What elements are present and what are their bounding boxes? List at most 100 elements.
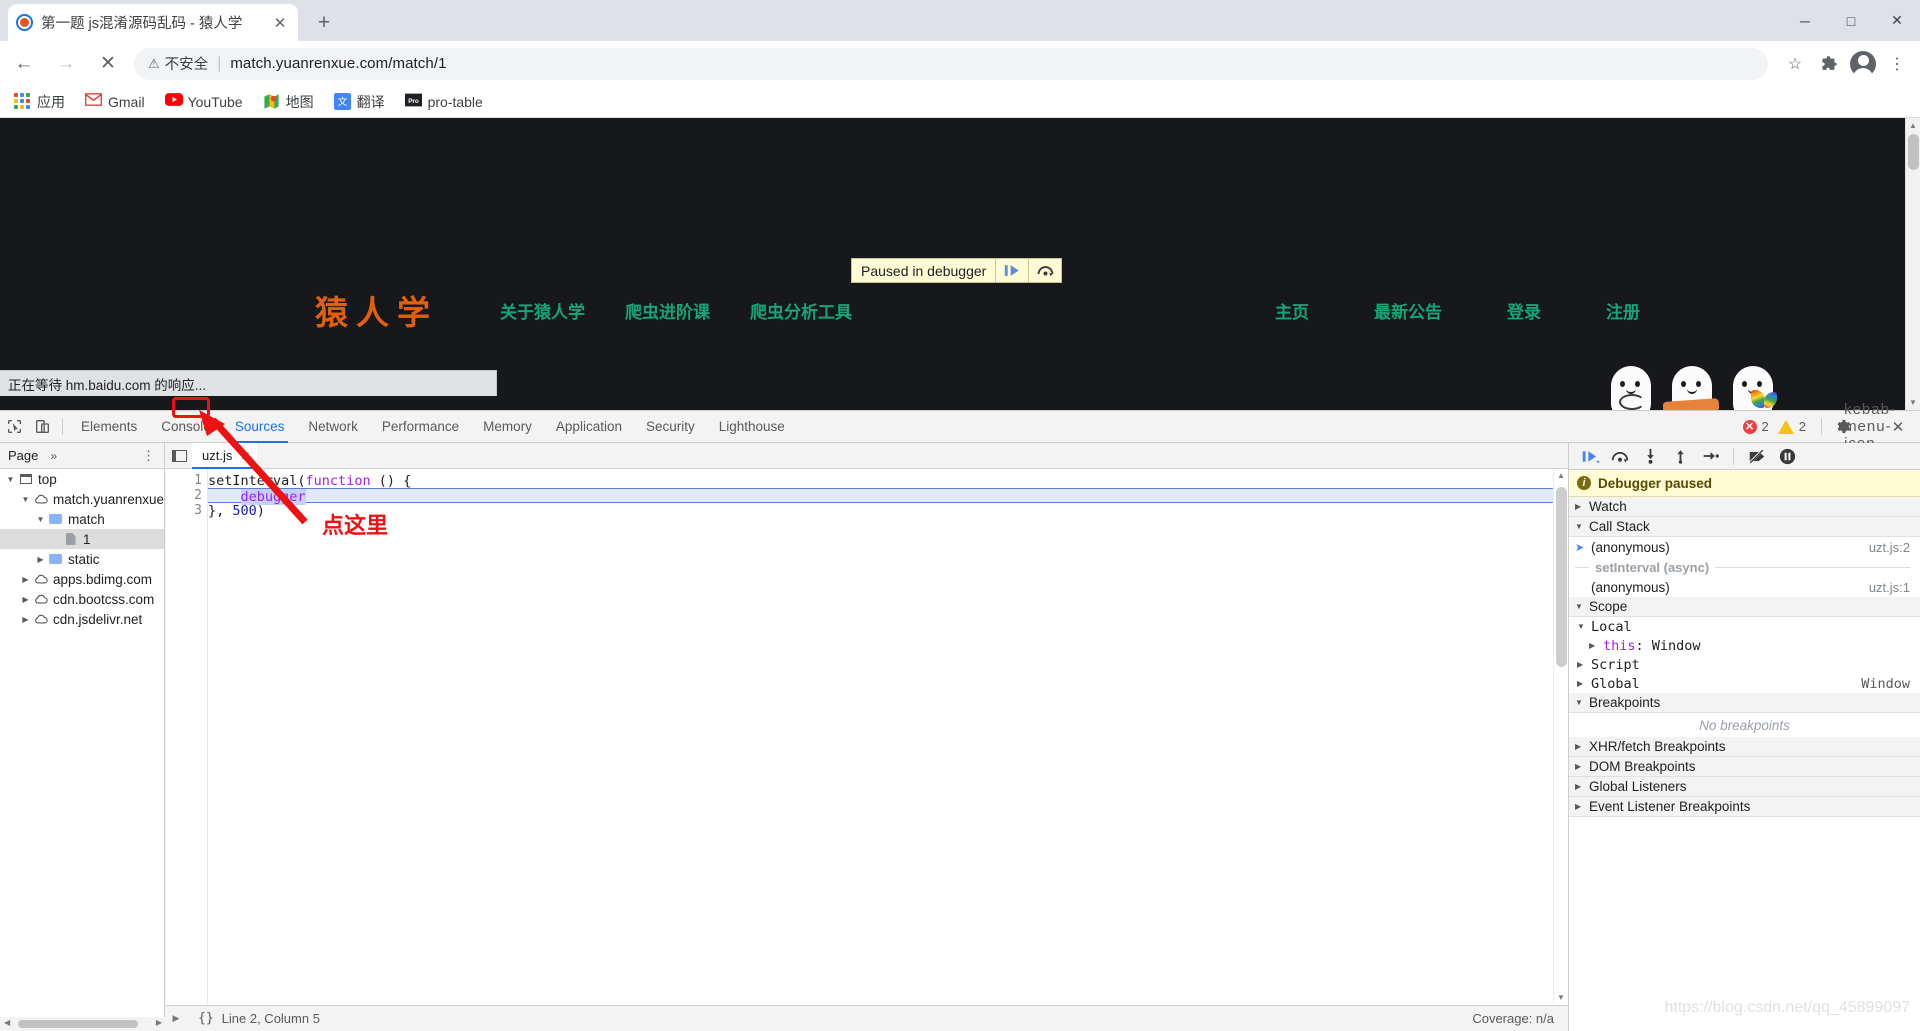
line-number-gutter[interactable] [166,469,208,1004]
chevron-down-icon[interactable]: ▼ [4,475,17,484]
file-tree-row[interactable]: ▼ match [0,509,164,529]
kebab-menu-icon[interactable]: kebab-menu-icon [1844,401,1895,452]
scope-script[interactable]: ▶ Script [1569,655,1920,674]
deactivate-breakpoints-icon[interactable] [1744,445,1770,467]
bookmark-youtube[interactable]: YouTube [164,93,243,110]
editor-scroll-thumb[interactable] [1556,487,1567,667]
file-tree-row[interactable]: ▶ cdn.jsdelivr.net [0,609,164,629]
section-breakpoints[interactable]: ▼ Breakpoints [1569,693,1920,713]
section-global-listeners[interactable]: ▶ Global Listeners [1569,777,1920,797]
navigator-scroll-thumb[interactable] [18,1020,138,1028]
site-logo[interactable]: 猿人学 [315,286,438,334]
stop-loading-button[interactable]: ✕ [90,46,126,82]
back-button[interactable]: ← [6,46,42,82]
extensions-icon[interactable] [1812,47,1846,81]
page-scrollbar[interactable]: ▲ ▼ [1905,118,1920,410]
show-navigator-icon[interactable] [166,443,192,469]
forward-button[interactable]: → [48,46,84,82]
chevron-right-icon[interactable]: ▶ [19,595,32,604]
call-stack-frame[interactable]: (anonymous) uzt.js:1 [1569,577,1920,597]
bookmark-star-icon[interactable]: ☆ [1778,47,1812,81]
resume-script-icon[interactable] [1577,445,1603,467]
file-tree-row[interactable]: ▼ top [0,469,164,489]
step-out-icon[interactable] [1667,445,1693,467]
editor-scroll-up-icon[interactable]: ▲ [1557,471,1565,480]
close-devtools-icon[interactable]: ✕ [1884,413,1912,441]
file-tree-row[interactable]: ▶ cdn.bootcss.com [0,589,164,609]
step-into-icon[interactable] [1637,445,1663,467]
page-scroll-thumb[interactable] [1908,134,1919,170]
nav-link-course[interactable]: 爬虫进阶课 [625,298,710,323]
section-scope[interactable]: ▼ Scope [1569,597,1920,617]
chevron-right-icon[interactable]: ▶ [19,575,32,584]
tab-application[interactable]: Application [544,411,634,443]
section-watch[interactable]: ▶ Watch [1569,497,1920,517]
tab-security[interactable]: Security [634,411,707,443]
code-editor[interactable]: 123 setInterval(function () { debugger},… [166,469,1568,1004]
pretty-print-icon[interactable]: {} [198,1011,214,1026]
chevron-down-icon[interactable]: ▼ [19,495,32,504]
pause-on-exceptions-icon[interactable] [1774,445,1800,467]
section-event-listener-breakpoints[interactable]: ▶ Event Listener Breakpoints [1569,797,1920,817]
nav-link-tools[interactable]: 爬虫分析工具 [750,298,852,323]
scope-global[interactable]: ▶ Global Window [1569,674,1920,693]
nav-link-login[interactable]: 登录 [1507,298,1541,323]
chevron-down-icon[interactable]: ▼ [34,515,47,524]
new-tab-button[interactable]: + [310,10,338,38]
tab-close-icon[interactable]: ✕ [270,13,290,33]
call-stack-frame[interactable]: ➤ (anonymous) uzt.js:2 [1569,537,1920,557]
maximize-button[interactable]: □ [1828,0,1874,41]
bookmark-pro-table[interactable]: Pro pro-table [404,93,483,110]
file-tree-row[interactable]: ▼ match.yuanrenxue.co [0,489,164,509]
navigator-tab-page[interactable]: Page [8,448,38,463]
warning-count-icon[interactable] [1777,419,1794,434]
minimize-button[interactable]: ─ [1782,0,1828,41]
more-navigator-tabs-icon[interactable]: » [50,449,57,463]
editor-expand-icon[interactable]: ▶ [166,1013,186,1024]
address-bar[interactable]: ⚠ 不安全 | match.yuanrenxue.com/match/1 [134,47,1768,80]
tab-memory[interactable]: Memory [471,411,544,443]
file-tree-row[interactable]: ▶ apps.bdimg.com [0,569,164,589]
chevron-right-icon[interactable]: ▶ [34,555,47,564]
editor-scroll-down-icon[interactable]: ▼ [1557,993,1565,1002]
inspect-element-icon[interactable] [0,413,28,441]
close-window-button[interactable]: ✕ [1874,0,1920,41]
scroll-right-arrow-icon[interactable]: ▶ [156,1018,162,1027]
navigator-horizontal-scrollbar[interactable]: ◀ ▶ [0,1017,166,1031]
bookmark-apps[interactable]: 应用 [14,92,65,112]
bookmark-translate[interactable]: 文 翻译 [333,92,385,112]
chrome-menu-icon[interactable]: ⋮ [1880,47,1914,81]
scroll-up-arrow-icon[interactable]: ▲ [1909,121,1917,130]
step-over-icon[interactable] [1028,259,1061,282]
device-toolbar-icon[interactable] [28,413,56,441]
scroll-left-arrow-icon[interactable]: ◀ [4,1018,10,1027]
nav-link-home[interactable]: 主页 [1275,298,1309,323]
profile-avatar-icon[interactable] [1846,47,1880,82]
navigator-menu-icon[interactable]: ⋮ [142,448,156,464]
scope-local-label: Local [1591,618,1632,635]
file-tree-row[interactable]: ▶1 [0,529,164,549]
section-xhr-breakpoints[interactable]: ▶ XHR/fetch Breakpoints [1569,737,1920,757]
file-tree-row[interactable]: ▶ static [0,549,164,569]
tab-lighthouse[interactable]: Lighthouse [707,411,797,443]
section-call-stack[interactable]: ▼ Call Stack [1569,517,1920,537]
pro-icon: Pro [404,93,422,110]
step-icon[interactable] [1697,445,1723,467]
editor-vertical-scrollbar[interactable]: ▲ ▼ [1553,469,1568,1004]
nav-link-register[interactable]: 注册 [1606,298,1640,323]
nav-link-about[interactable]: 关于猿人学 [500,298,585,323]
error-count-icon[interactable]: ✕ [1742,419,1757,434]
scroll-down-arrow-icon[interactable]: ▼ [1909,398,1917,407]
bookmark-gmail[interactable]: Gmail [85,93,145,110]
bookmark-maps[interactable]: 地图 [263,92,314,112]
nav-link-announcements[interactable]: 最新公告 [1374,298,1442,323]
step-over-icon[interactable] [1607,445,1633,467]
section-dom-breakpoints[interactable]: ▶ DOM Breakpoints [1569,757,1920,777]
chevron-right-icon[interactable]: ▶ [19,615,32,624]
resume-script-icon[interactable] [995,259,1028,282]
code-content[interactable]: setInterval(function () { debugger}, 500… [208,469,1553,1004]
tab-elements[interactable]: Elements [69,411,149,443]
scope-this[interactable]: ▶ this: Window [1569,636,1920,655]
scope-local[interactable]: ▼ Local [1569,617,1920,636]
browser-tab[interactable]: 第一题 js混淆源码乱码 - 猿人学 ✕ [8,4,298,41]
